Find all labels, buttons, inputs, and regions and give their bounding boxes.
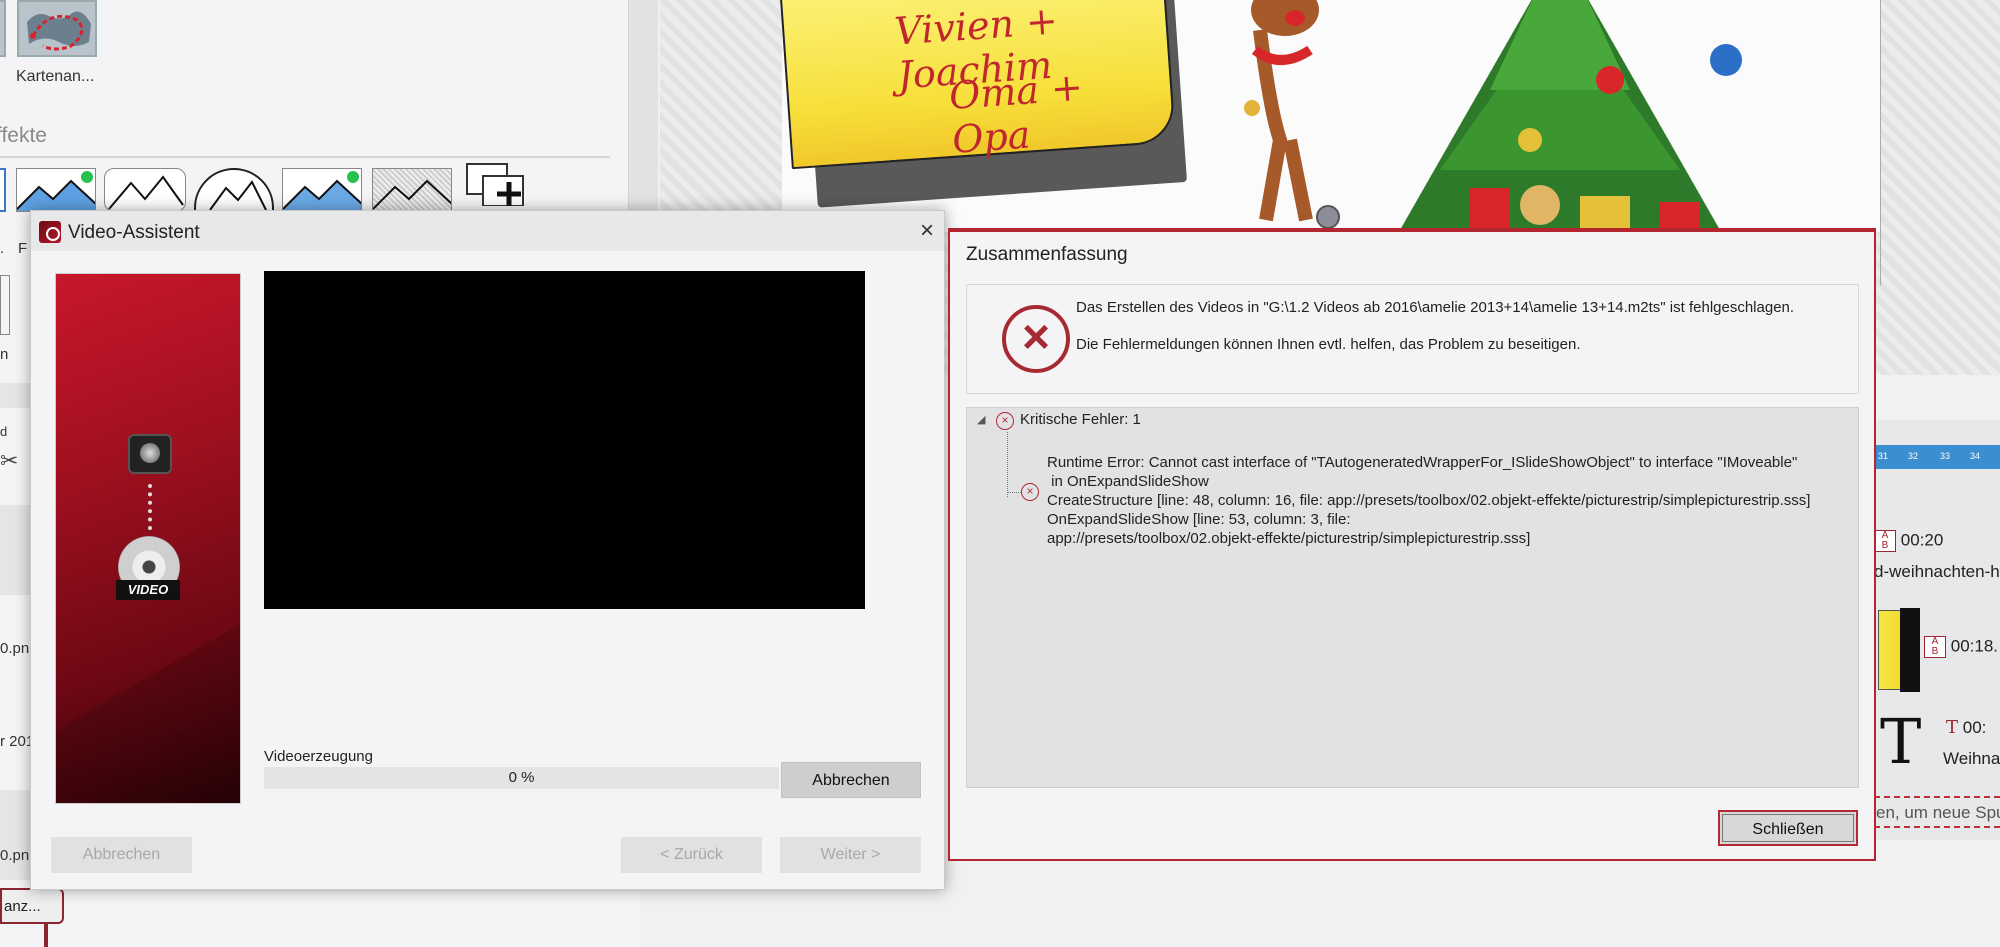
next-button[interactable]: Weiter >	[780, 837, 921, 873]
preview-edge	[1880, 0, 1881, 285]
effect-label-fragment: F	[18, 240, 28, 257]
track-item[interactable]: T 00:	[1946, 717, 2000, 738]
track-duration: 00:18.	[1950, 636, 1998, 656]
sticky-note: Vivien + Joachim Oma + Opa	[778, 0, 1177, 170]
track-filename-fragment: 0.pn	[0, 640, 30, 657]
connector-line	[148, 484, 152, 530]
error-small-icon: ×	[996, 412, 1014, 430]
drop-zone[interactable]: en, um neue Spu	[1874, 796, 2000, 828]
abort-progress-button[interactable]: Abbrechen	[781, 762, 921, 798]
disc-label: VIDEO	[116, 580, 180, 600]
tree-connector	[1007, 492, 1021, 493]
summary-dialog: Zusammenfassung × Das Erstellen des Vide…	[948, 228, 1876, 861]
back-button[interactable]: < Zurück	[621, 837, 762, 873]
error-detail-line: Runtime Error: Cannot cast interface of …	[1047, 454, 1798, 471]
error-detail-line: app://presets/toolbox/02.objekt-effekte/…	[1047, 530, 1531, 547]
transition-ab-icon: AB	[1874, 530, 1896, 552]
error-detail-line: CreateStructure [line: 48, column: 16, f…	[1047, 492, 1811, 509]
track-duration: 00:20	[1900, 530, 1944, 550]
panel-divider	[628, 0, 658, 210]
track-item[interactable]: AB 00:20	[1870, 530, 2000, 552]
anchor-handle-icon[interactable]	[1316, 205, 1340, 229]
tree-node-header[interactable]: Kritische Fehler: 1	[1020, 411, 1141, 428]
transition-ab-icon: AB	[1924, 636, 1946, 658]
error-detail-line: in OnExpandSlideShow	[1047, 473, 1209, 490]
track-filename-fragment: 0.pn	[0, 847, 30, 864]
wizard-side-image: VIDEO	[55, 273, 241, 804]
effects-section-title: ffekte	[0, 124, 47, 147]
effect-tile[interactable]	[372, 168, 452, 212]
close-icon[interactable]: ×	[920, 217, 934, 245]
video-preview	[264, 271, 865, 609]
text-icon[interactable]: T	[1880, 705, 1921, 778]
tab-fragment: d	[0, 424, 8, 439]
dialog-title: Zusammenfassung	[966, 244, 1128, 265]
tree-connector	[1007, 432, 1008, 497]
effect-tile[interactable]	[282, 168, 362, 212]
effect-tile[interactable]	[16, 168, 96, 212]
error-message: Das Erstellen des Videos in "G:\1.2 Vide…	[1076, 299, 1795, 316]
effect-tile[interactable]	[104, 168, 186, 212]
scissors-icon[interactable]: ✂	[0, 448, 18, 474]
effect-tile[interactable]	[0, 168, 6, 212]
effect-label-fragment: n	[0, 346, 9, 363]
timeline-ruler[interactable]: 31 32 33 34	[1870, 445, 2000, 469]
error-tree[interactable]: ◢ × Kritische Fehler: 1 × Runtime Error:…	[966, 407, 1859, 788]
toolbox-tile-partial[interactable]	[0, 0, 6, 57]
help-message: Die Fehlermeldungen können Ihnen evtl. h…	[1076, 336, 1581, 353]
camera-icon	[128, 434, 172, 474]
track-filename: d-weihnachten-h	[1874, 562, 2000, 581]
add-effect-icon[interactable]	[465, 162, 539, 206]
message-box: × Das Erstellen des Videos in "G:\1.2 Vi…	[966, 284, 1859, 394]
error-icon: ×	[1002, 305, 1070, 373]
progress-text: 0 %	[508, 769, 535, 786]
error-detail-line: OnExpandSlideShow [line: 53, column: 3, …	[1047, 511, 1351, 528]
track-tag[interactable]: anz...	[0, 888, 64, 924]
cancel-button[interactable]: Abbrechen	[51, 837, 192, 873]
video-assistant-dialog: Video-Assistent × VIDEO Videoerzeugung 0…	[30, 210, 945, 890]
slide-thumbnail[interactable]	[1900, 608, 1920, 692]
track-duration: 00:	[1962, 718, 1987, 737]
map-tile-label: Kartenan...	[16, 68, 95, 85]
progress-bar: 0 %	[264, 767, 779, 789]
section-divider	[0, 156, 610, 158]
progress-label: Videoerzeugung	[264, 748, 373, 765]
collapse-arrow-icon[interactable]: ◢	[977, 413, 985, 426]
track-item[interactable]: AB 00:18.	[1924, 636, 2000, 658]
track-filename: Weihna	[1943, 749, 2000, 768]
effect-tile-partial[interactable]	[0, 275, 10, 335]
playhead-marker	[44, 924, 48, 947]
note-text: Oma + Opa	[947, 64, 1085, 162]
close-button[interactable]: Schließen	[1718, 810, 1858, 846]
app-icon	[39, 221, 61, 243]
text-effect-icon: T	[1946, 717, 1959, 738]
map-icon[interactable]	[17, 0, 97, 57]
dialog-title: Video-Assistent	[68, 222, 200, 243]
dialog-titlebar[interactable]: Video-Assistent ×	[31, 211, 944, 251]
christmas-tree-image	[1400, 0, 1742, 230]
effect-label-fragment: .	[0, 240, 5, 257]
error-small-icon: ×	[1021, 483, 1039, 501]
